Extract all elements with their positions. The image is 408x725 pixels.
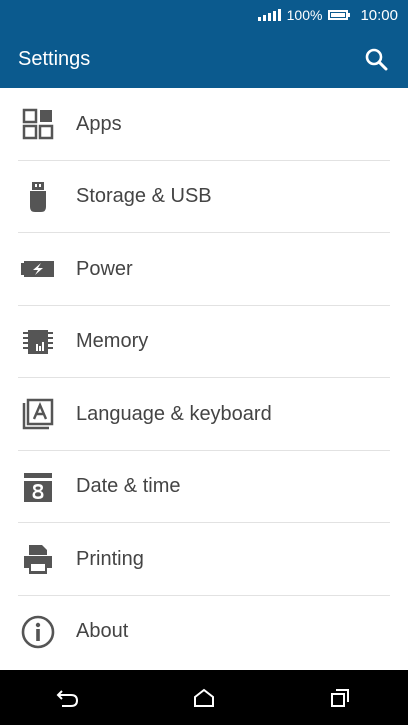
settings-item-label: Apps: [76, 112, 122, 135]
settings-item-language-keyboard[interactable]: Language & keyboard: [0, 378, 408, 451]
settings-item-about[interactable]: About: [0, 596, 408, 669]
usb-storage-icon: [20, 179, 56, 215]
home-icon[interactable]: [174, 678, 234, 718]
info-icon: [20, 614, 56, 650]
settings-item-label: Power: [76, 257, 133, 280]
navigation-bar: [0, 670, 408, 725]
app-bar: Settings: [0, 30, 408, 88]
settings-item-date-time[interactable]: Date & time: [0, 451, 408, 523]
settings-item-storage-usb[interactable]: Storage & USB: [0, 161, 408, 233]
printer-icon: [20, 541, 56, 577]
settings-item-label: About: [76, 620, 129, 643]
settings-item-label: Language & keyboard: [76, 402, 272, 425]
search-icon[interactable]: [362, 45, 390, 73]
settings-item-label: Printing: [76, 547, 144, 570]
settings-item-label: Date & time: [76, 475, 181, 498]
keyboard-language-icon: [20, 396, 56, 432]
battery-percent: 100%: [286, 7, 323, 23]
settings-item-label: Storage & USB: [76, 185, 212, 208]
memory-chip-icon: [20, 324, 56, 360]
recents-icon[interactable]: [310, 678, 370, 718]
clock: 10:00: [360, 6, 398, 24]
settings-item-label: Memory: [76, 330, 149, 353]
status-bar: 100% 10:00: [0, 0, 408, 30]
battery-icon: [328, 10, 351, 20]
settings-item-memory[interactable]: Memory: [0, 306, 408, 378]
signal-icon: [257, 9, 281, 21]
battery-charging-icon: [20, 251, 56, 287]
settings-item-apps[interactable]: Apps: [0, 88, 408, 161]
page-title: Settings: [18, 47, 91, 70]
apps-icon: [20, 106, 56, 142]
settings-item-power[interactable]: Power: [0, 233, 408, 306]
back-icon[interactable]: [38, 678, 98, 718]
settings-item-printing[interactable]: Printing: [0, 523, 408, 596]
calendar-icon: [20, 469, 56, 505]
settings-list: Apps Storage & USB Power Memory Language…: [0, 88, 408, 668]
